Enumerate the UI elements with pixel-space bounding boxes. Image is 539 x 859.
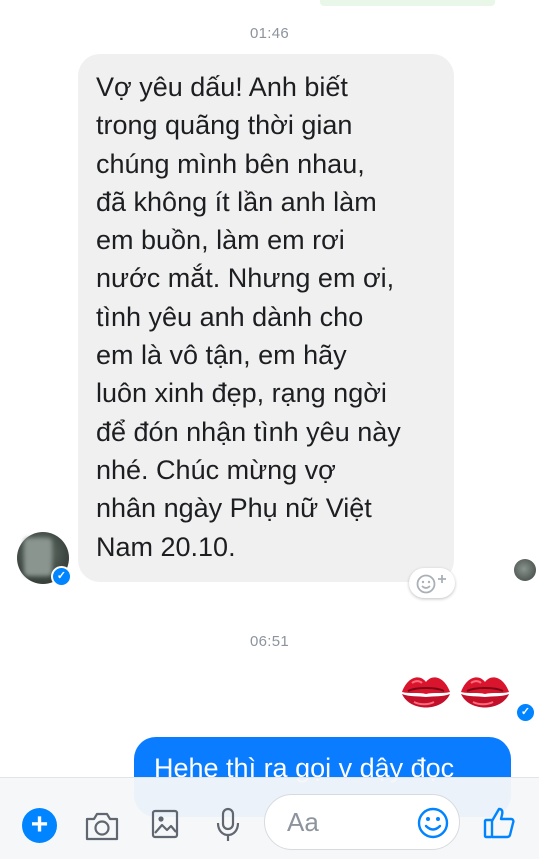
- message-composer: + Aa: [0, 777, 539, 859]
- incoming-message-bubble[interactable]: Vợ yêu dấu! Anh biết trong quãng thời gi…: [78, 54, 454, 582]
- top-status-fade: [320, 0, 495, 6]
- message-line: đã không ít lần anh làm: [96, 186, 377, 217]
- message-line: Vợ yêu dấu! Anh biết: [96, 72, 348, 102]
- timestamp: 06:51: [249, 633, 290, 650]
- timestamp: 01:46: [249, 25, 290, 42]
- avatar-blur-overlay: [24, 538, 52, 576]
- microphone-icon[interactable]: [215, 806, 241, 844]
- image-icon[interactable]: [150, 808, 180, 840]
- seen-avatar: [514, 559, 536, 581]
- add-reaction-button[interactable]: [409, 568, 455, 598]
- message-line: luôn xinh đẹp, rạng ngời: [96, 378, 387, 409]
- message-line: em buồn, làm em rơi: [96, 225, 345, 256]
- message-line: nhân ngày Phụ nữ Việt: [96, 493, 372, 524]
- message-input-placeholder: Aa: [287, 807, 319, 837]
- emoji-icon[interactable]: [416, 806, 450, 840]
- kiss-lips-icon: [402, 677, 450, 708]
- kiss-lips-icon: [461, 677, 509, 708]
- message-line: chúng mình bên nhau,: [96, 148, 365, 179]
- verified-badge-icon: ✓: [51, 566, 72, 587]
- message-line: nước mắt. Nhưng em ơi,: [96, 263, 395, 294]
- message-line: nhé. Chúc mừng vợ: [96, 454, 336, 485]
- thumbs-up-icon[interactable]: [482, 805, 516, 841]
- message-line: trong quãng thời gian: [96, 110, 353, 141]
- camera-icon[interactable]: [84, 810, 120, 842]
- message-line: Nam 20.10.: [96, 531, 236, 562]
- reaction-smiley-icon: [416, 574, 446, 594]
- delivered-check-icon: ✓: [515, 702, 536, 723]
- message-line: tình yêu anh dành cho: [96, 301, 364, 332]
- message-line: em là vô tận, em hãy: [96, 340, 347, 371]
- message-line: để đón nhận tình yêu này: [96, 416, 401, 447]
- plus-icon[interactable]: +: [22, 808, 57, 843]
